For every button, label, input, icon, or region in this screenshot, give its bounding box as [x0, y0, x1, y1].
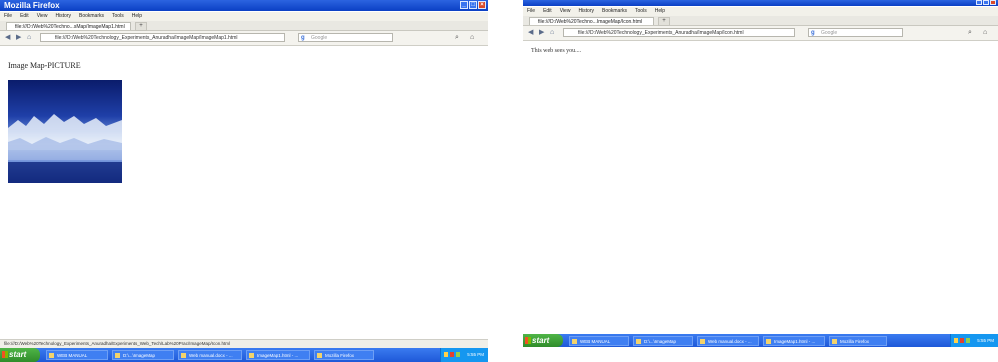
menu-bar: File Edit View History Bookmarks Tools H…: [0, 12, 488, 21]
page-message: This web sees you....: [531, 48, 582, 54]
menu-bookmarks[interactable]: Bookmarks: [602, 7, 627, 16]
start-label: start: [9, 350, 27, 359]
windows-logo-icon: [525, 337, 531, 344]
windows-taskbar: start WEB MANUAL D:\...\ImageMap Web man…: [523, 334, 998, 347]
system-tray: 5:55 PM: [950, 334, 998, 347]
taskbar-item[interactable]: Web manual.docx - ...: [178, 350, 242, 360]
home-button-icon[interactable]: ⌂: [983, 29, 987, 37]
taskbar-item[interactable]: Web manual.docx - ...: [697, 336, 759, 346]
new-tab-button[interactable]: +: [658, 17, 670, 26]
status-bar: file:///D:/Web%20Technology_Experiments_…: [0, 339, 488, 348]
forward-icon[interactable]: ▶: [539, 29, 544, 37]
clock: 5:55 PM: [467, 352, 484, 357]
menu-edit[interactable]: Edit: [543, 7, 552, 16]
navigation-toolbar: ◀ ▶ ⌂ file:///D:/Web%20Technology_Experi…: [523, 26, 998, 41]
new-tab-button[interactable]: +: [135, 22, 147, 31]
home-icon[interactable]: ⌂: [27, 34, 31, 42]
start-button[interactable]: start: [0, 348, 40, 362]
search-placeholder: Google: [311, 35, 328, 41]
search-icon[interactable]: ⌕: [455, 34, 459, 42]
menu-edit[interactable]: Edit: [20, 12, 29, 21]
windows-taskbar: start WEB MANUAL D:\...\ImageMap Web man…: [0, 348, 488, 362]
search-placeholder: Google: [821, 30, 838, 36]
back-icon[interactable]: ◀: [528, 29, 533, 37]
search-input[interactable]: g Google: [808, 28, 903, 37]
clock: 5:55 PM: [977, 338, 994, 343]
menu-history[interactable]: History: [578, 7, 594, 16]
firefox-window-left: Mozilla Firefox _ □ × File Edit View His…: [0, 0, 488, 362]
menu-tools[interactable]: Tools: [112, 12, 124, 21]
google-icon: g: [301, 35, 305, 41]
tab-bar: file:///D:/Web%20Techno...sMap/ImageMap1…: [0, 21, 488, 31]
menu-view[interactable]: View: [37, 12, 48, 21]
start-button[interactable]: start: [523, 334, 563, 347]
url-bar[interactable]: file:///D:/Web%20Technology_Experiments_…: [563, 28, 795, 37]
tray-icon[interactable]: [966, 338, 971, 343]
maximize-button[interactable]: [983, 0, 989, 5]
window-title: Mozilla Firefox: [4, 1, 60, 10]
search-input[interactable]: g Google: [298, 33, 393, 42]
back-icon[interactable]: ◀: [5, 34, 10, 42]
menu-file[interactable]: File: [4, 12, 12, 21]
taskbar-item[interactable]: ImageMap1.html - ...: [246, 350, 310, 360]
browser-tab[interactable]: file:///D:/Web%20Techno...sMap/ImageMap1…: [6, 22, 131, 30]
tray-icon[interactable]: [960, 338, 965, 343]
taskbar-item[interactable]: ImageMap1.html - ...: [763, 336, 825, 346]
minimize-button[interactable]: _: [460, 1, 468, 9]
taskbar-item[interactable]: D:\...\ImageMap: [633, 336, 693, 346]
minimize-button[interactable]: [976, 0, 982, 5]
menu-view[interactable]: View: [560, 7, 571, 16]
close-button[interactable]: ×: [478, 1, 486, 9]
home-icon[interactable]: ⌂: [550, 29, 554, 37]
home-button-icon[interactable]: ⌂: [470, 34, 474, 42]
taskbar-item[interactable]: WEB MANUAL: [46, 350, 108, 360]
url-bar[interactable]: file:///D:/Web%20Technology_Experiments_…: [40, 33, 285, 42]
maximize-button[interactable]: □: [469, 1, 477, 9]
menu-help[interactable]: Help: [655, 7, 665, 16]
taskbar-item[interactable]: Mozilla Firefox: [829, 336, 887, 346]
taskbar-item[interactable]: WEB MANUAL: [569, 336, 629, 346]
forward-icon[interactable]: ▶: [16, 34, 21, 42]
search-icon[interactable]: ⌕: [968, 29, 972, 37]
window-title-bar: [523, 0, 998, 6]
firefox-window-right: File Edit View History Bookmarks Tools H…: [523, 0, 998, 362]
menu-bookmarks[interactable]: Bookmarks: [79, 12, 104, 21]
close-button[interactable]: [990, 0, 996, 5]
tray-icon[interactable]: [456, 352, 461, 357]
browser-tab[interactable]: file:///D:/Web%20Techno...ImageMap/Icon.…: [529, 17, 654, 25]
menu-bar: File Edit View History Bookmarks Tools H…: [523, 7, 998, 16]
tray-icon[interactable]: [450, 352, 455, 357]
google-icon: g: [811, 30, 815, 36]
windows-logo-icon: [2, 351, 8, 358]
window-title-bar: Mozilla Firefox _ □ ×: [0, 0, 488, 11]
taskbar-item[interactable]: D:\...\ImageMap: [112, 350, 174, 360]
image-map-picture[interactable]: [8, 80, 122, 183]
menu-tools[interactable]: Tools: [635, 7, 647, 16]
tab-bar: file:///D:/Web%20Techno...ImageMap/Icon.…: [523, 16, 998, 26]
navigation-toolbar: ◀ ▶ ⌂ file:///D:/Web%20Technology_Experi…: [0, 31, 488, 46]
tray-icon[interactable]: [954, 338, 959, 343]
menu-file[interactable]: File: [527, 7, 535, 16]
tray-icon[interactable]: [444, 352, 449, 357]
menu-history[interactable]: History: [55, 12, 71, 21]
menu-help[interactable]: Help: [132, 12, 142, 21]
taskbar-item[interactable]: Mozilla Firefox: [314, 350, 374, 360]
system-tray: 5:55 PM: [440, 348, 488, 362]
start-label: start: [532, 336, 550, 345]
page-title: Image Map-PICTURE: [8, 61, 81, 70]
